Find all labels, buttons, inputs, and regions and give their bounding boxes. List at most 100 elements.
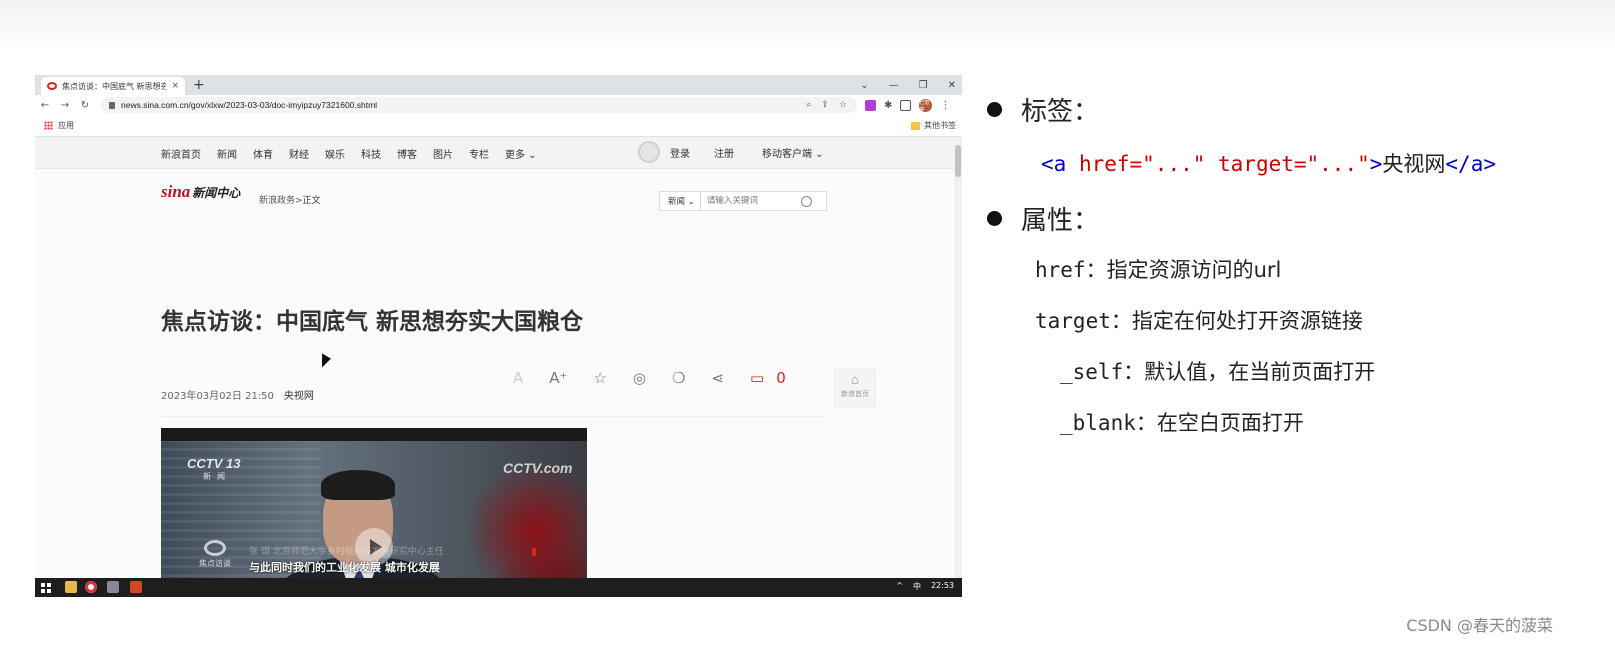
- sina-nav-item[interactable]: 博客: [397, 146, 417, 161]
- url-text[interactable]: news.sina.com.cn/gov/xlxw/2023-03-03/doc…: [121, 100, 377, 110]
- window-controls: ⌄ — ❐ ✕: [860, 75, 956, 95]
- mouse-cursor-icon: [322, 353, 331, 373]
- page-scrollbar[interactable]: [954, 137, 962, 578]
- code-open-tag: <a: [1041, 152, 1067, 176]
- sina-nav-item[interactable]: 新浪首页: [161, 146, 201, 161]
- windows-taskbar: ^ 中 22:53: [35, 578, 962, 597]
- mobile-client-link[interactable]: 移动客户端 ⌄: [762, 145, 824, 160]
- bookmark-star-icon[interactable]: ☆: [839, 100, 847, 110]
- comment-button[interactable]: ▭ 0: [750, 369, 786, 387]
- font-smaller-icon[interactable]: A: [513, 369, 523, 387]
- font-larger-icon[interactable]: A⁺: [549, 369, 567, 387]
- scroll-thumb[interactable]: [955, 145, 961, 177]
- search-category-select[interactable]: 新闻 ⌄: [660, 192, 701, 210]
- video-player[interactable]: CCTV 13 新闻 CCTV.com: [161, 428, 587, 578]
- web-page: 新浪首页 新闻 体育 财经 娱乐 科技 博客 图片 专栏 更多 ⌄ 登录 注册 移动客户端 ⌄ s…: [35, 137, 962, 578]
- login-link[interactable]: 登录: [670, 145, 690, 160]
- publish-date: 2023年03月02日 21:50: [161, 391, 274, 402]
- reload-icon[interactable]: ↻: [75, 100, 95, 111]
- share-icon[interactable]: ⇪: [821, 100, 829, 110]
- tab-close-icon[interactable]: ×: [171, 81, 179, 91]
- sina-nav-item[interactable]: 更多 ⌄: [505, 146, 537, 161]
- extension-icon[interactable]: [865, 100, 876, 111]
- article-source[interactable]: 央视网: [284, 387, 314, 402]
- close-window-icon[interactable]: ✕: [948, 80, 956, 91]
- sidepanel-icon[interactable]: [900, 100, 912, 111]
- target-line: target：指定在何处打开资源链接: [1035, 305, 1363, 335]
- slide-top-band: [0, 0, 1615, 52]
- self-desc: ：默认值，在当前页面打开: [1123, 360, 1376, 384]
- home-float-button[interactable]: ⌂ 新浪首页: [834, 368, 876, 408]
- file-explorer-icon[interactable]: [65, 581, 77, 593]
- new-tab-button[interactable]: +: [193, 77, 205, 93]
- profile-avatar[interactable]: 已暂停: [919, 99, 933, 113]
- play-icon[interactable]: [355, 528, 393, 566]
- tray-caret-icon[interactable]: ^: [896, 581, 903, 592]
- cctv-com-logo: CCTV.com: [503, 460, 573, 476]
- breadcrumb-separator: >: [295, 196, 303, 206]
- home-icon: ⌂: [850, 373, 860, 388]
- restore-icon[interactable]: ❐: [919, 80, 928, 91]
- cctv13-text: CCTV 13: [187, 456, 241, 471]
- weibo-share-icon[interactable]: ◎: [633, 369, 646, 387]
- tab-search-icon[interactable]: ⌄: [860, 80, 868, 91]
- zoom-icon[interactable]: ⌕: [806, 100, 811, 110]
- chrome-taskbar-icon[interactable]: [85, 581, 97, 593]
- code-link-text: 央视网: [1382, 152, 1446, 176]
- search-icon[interactable]: [800, 195, 812, 207]
- breadcrumb: 新浪政务>正文: [259, 193, 321, 206]
- extensions-area: ✱ 已暂停 ⋮: [865, 99, 950, 113]
- sina-nav-item[interactable]: 财经: [289, 146, 309, 161]
- app-taskbar-icon[interactable]: [107, 581, 119, 593]
- sina-nav-item[interactable]: 娱乐: [325, 146, 345, 161]
- user-avatar-icon[interactable]: [638, 141, 660, 163]
- windows-start-icon[interactable]: [41, 583, 51, 593]
- meta-divider: [161, 416, 827, 417]
- bookmark-other[interactable]: 其他书签: [911, 120, 956, 131]
- wechat-share-icon[interactable]: ❍: [672, 369, 685, 387]
- sina-nav-item[interactable]: 科技: [361, 146, 381, 161]
- favorite-star-icon[interactable]: ☆: [593, 369, 606, 387]
- target-key: target: [1035, 309, 1111, 333]
- logo-news-center-text: 新闻中心: [192, 186, 241, 200]
- sina-nav-item[interactable]: 新闻: [217, 146, 237, 161]
- system-tray: ^ 中 22:53: [896, 581, 954, 592]
- search-input[interactable]: [700, 196, 797, 206]
- login-area: 登录 注册 移动客户端 ⌄: [638, 141, 824, 163]
- back-icon[interactable]: ←: [35, 100, 55, 111]
- browser-window: 焦点访谈：中国底气 新思想夯实大国粮仓 × + ⌄ — ❐ ✕ ← → ↻ ne…: [35, 75, 962, 597]
- sina-nav-item[interactable]: 体育: [253, 146, 273, 161]
- bullet-tag-label: 标签：: [1021, 97, 1100, 127]
- clock[interactable]: 22:53: [931, 581, 954, 592]
- csdn-watermark: CSDN @春天的菠菜: [1406, 616, 1553, 635]
- folder-icon: [911, 121, 920, 130]
- bookmark-apps[interactable]: 应用: [44, 120, 74, 131]
- forward-icon[interactable]: →: [55, 100, 75, 111]
- href-key: href: [1035, 258, 1086, 282]
- breadcrumb-section[interactable]: 新浪政务: [259, 196, 295, 206]
- powerpoint-taskbar-icon[interactable]: [130, 581, 142, 593]
- tab-strip: 焦点访谈：中国底气 新思想夯实大国粮仓 × + ⌄ — ❐ ✕: [35, 75, 962, 95]
- tab-sina-article[interactable]: 焦点访谈：中国底气 新思想夯实大国粮仓 ×: [41, 77, 185, 95]
- article-headline: 焦点访谈：中国底气 新思想夯实大国粮仓: [161, 309, 584, 335]
- sina-nav-item[interactable]: 专栏: [469, 146, 489, 161]
- menu-kebab-icon[interactable]: ⋮: [940, 100, 950, 111]
- sina-nav-item[interactable]: 图片: [433, 146, 453, 161]
- target-desc: ：指定在何处打开资源链接: [1110, 309, 1363, 333]
- home-label: 新浪首页: [841, 390, 869, 398]
- register-link[interactable]: 注册: [714, 145, 734, 160]
- blank-desc: ：在空白页面打开: [1135, 411, 1304, 435]
- minimize-icon[interactable]: —: [889, 80, 899, 91]
- href-line: href：指定资源访问的url: [1035, 254, 1281, 284]
- share-icon[interactable]: ⋖: [711, 369, 724, 387]
- puzzle-icon[interactable]: ✱: [884, 100, 892, 111]
- browser-toolbar: ← → ↻ news.sina.com.cn/gov/xlxw/2023-03-…: [35, 95, 962, 115]
- sina-news-logo[interactable]: sina 新闻中心: [161, 183, 240, 201]
- apps-grid-icon: [44, 121, 53, 130]
- comment-count: 0: [776, 369, 786, 387]
- bullet-attributes: 属性：: [987, 200, 1099, 237]
- blank-line: _blank：在空白页面打开: [1060, 407, 1304, 437]
- address-bar[interactable]: news.sina.com.cn/gov/xlxw/2023-03-03/doc…: [101, 97, 857, 113]
- bullet-attributes-label: 属性：: [1021, 206, 1100, 236]
- ime-indicator[interactable]: 中: [913, 581, 921, 592]
